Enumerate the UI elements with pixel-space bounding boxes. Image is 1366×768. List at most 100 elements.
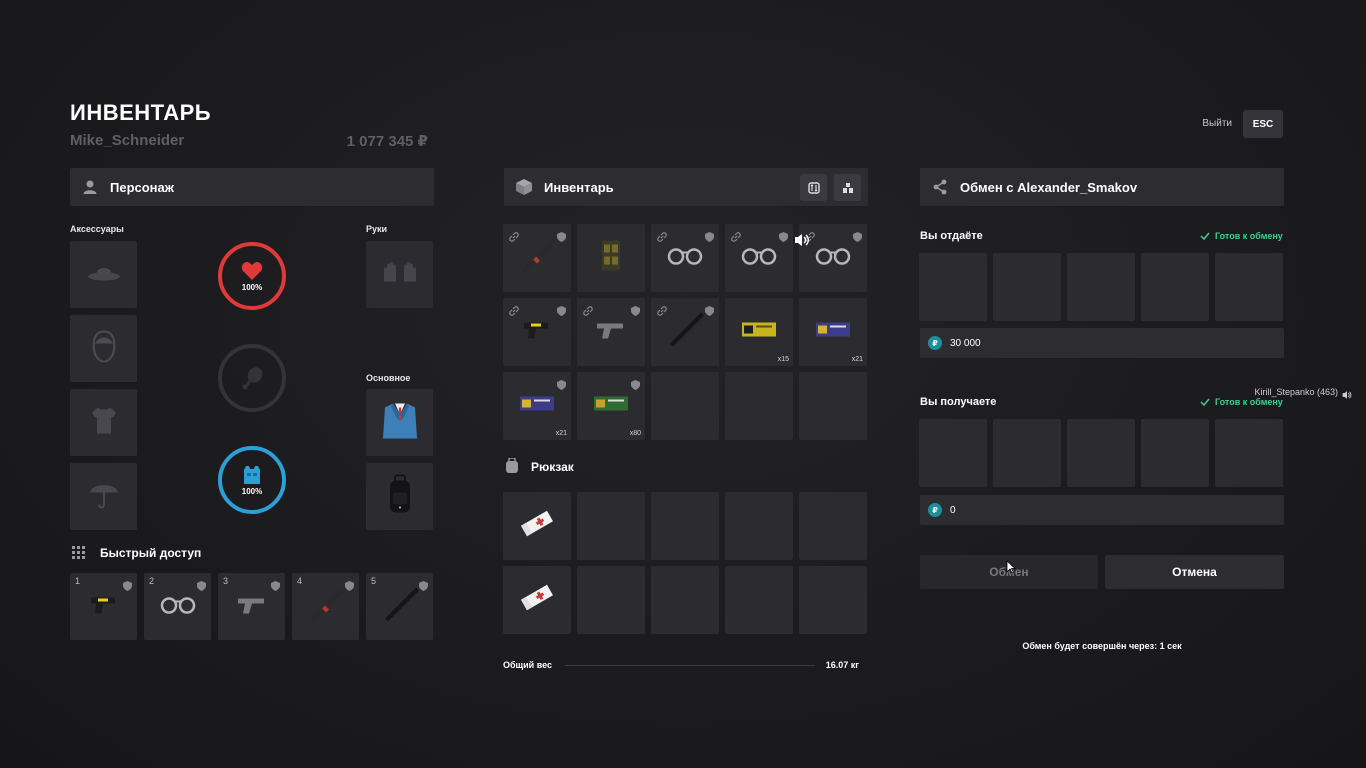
backpack-slot[interactable]	[725, 492, 793, 560]
ruble-icon: ₽	[928, 336, 942, 350]
tactical-vest-icon	[599, 239, 623, 278]
backpack-slot[interactable]	[577, 492, 645, 560]
grid-icon	[72, 546, 86, 565]
inventory-slot[interactable]	[651, 372, 719, 440]
quick-slot-number: 2	[149, 576, 155, 586]
shield-icon	[631, 377, 640, 395]
inventory-slot[interactable]	[725, 372, 793, 440]
sort-button[interactable]	[834, 174, 861, 201]
shield-icon	[271, 578, 280, 596]
link-icon	[731, 229, 741, 247]
backpack-slot[interactable]	[503, 492, 571, 560]
umbrella-icon	[88, 478, 120, 515]
give-slot[interactable]	[1141, 253, 1209, 321]
backpack-slot[interactable]	[799, 492, 867, 560]
receive-slot[interactable]	[919, 419, 987, 487]
ammo-box-icon	[815, 320, 851, 345]
shield-icon	[705, 229, 714, 247]
main-slot-suit[interactable]	[366, 389, 433, 456]
accessory-slot-shirt[interactable]	[70, 389, 137, 456]
quick-slot-5[interactable]: 5	[366, 573, 433, 640]
inventory-slot[interactable]: x80	[577, 372, 645, 440]
ammo-box-icon	[741, 320, 777, 345]
main-slot-backpack[interactable]	[366, 463, 433, 530]
give-slot[interactable]	[993, 253, 1061, 321]
heart-icon	[241, 261, 263, 280]
quick-slot-3[interactable]: 3	[218, 573, 285, 640]
quick-slot-number: 3	[223, 576, 229, 586]
inventory-slot[interactable]: x21	[503, 372, 571, 440]
receive-money-field[interactable]: ₽ 0	[920, 495, 1284, 525]
medkit-icon	[519, 583, 555, 618]
receive-slot[interactable]	[1067, 419, 1135, 487]
give-slot[interactable]	[1215, 253, 1283, 321]
quick-slot-1[interactable]: 1	[70, 573, 137, 640]
trade-header: Обмен с Alexander_Smakov	[920, 168, 1284, 206]
hunger-gauge	[218, 344, 286, 412]
backpack-slot[interactable]	[651, 492, 719, 560]
inventory-slot[interactable]	[577, 298, 645, 366]
main-label: Основное	[366, 373, 411, 383]
inventory-slot[interactable]: x21	[799, 298, 867, 366]
armor-percent: 100%	[241, 486, 263, 496]
inventory-slot[interactable]	[799, 372, 867, 440]
backpack-slot[interactable]	[799, 566, 867, 634]
inventory-slot[interactable]	[651, 298, 719, 366]
sort-icon	[842, 182, 853, 193]
hat-icon	[87, 261, 121, 288]
esc-button[interactable]: ESC	[1243, 110, 1283, 138]
handcuffs-icon	[160, 593, 196, 620]
accessory-slot-mask[interactable]	[70, 315, 137, 382]
ready-status-receive: Готов к обмену	[1200, 397, 1283, 407]
inventory-slot[interactable]	[503, 224, 571, 292]
mask-icon	[90, 329, 118, 368]
medkit-icon	[519, 509, 555, 544]
swap-button[interactable]	[800, 174, 827, 201]
handcuffs-icon	[815, 245, 851, 272]
backpack-slot[interactable]	[503, 566, 571, 634]
health-percent: 100%	[241, 282, 263, 292]
give-slot[interactable]	[1067, 253, 1135, 321]
backpack-slot[interactable]	[577, 566, 645, 634]
cursor-icon	[1006, 560, 1017, 579]
character-header-label: Персонаж	[110, 179, 174, 195]
receive-slot[interactable]	[1141, 419, 1209, 487]
quick-slot-2[interactable]: 2	[144, 573, 211, 640]
inventory-slot[interactable]	[725, 224, 793, 292]
rifle-icon	[306, 584, 346, 629]
receive-slot[interactable]	[993, 419, 1061, 487]
backpack-slot[interactable]	[651, 566, 719, 634]
shield-icon	[123, 578, 132, 596]
shirt-icon	[88, 404, 120, 441]
ready-status-text: Готов к обмену	[1215, 231, 1283, 241]
weight-value: 16.07 кг	[825, 660, 859, 670]
inventory-slot[interactable]	[577, 224, 645, 292]
quick-slot-4[interactable]: 4	[292, 573, 359, 640]
inventory-header-label: Инвентарь	[544, 179, 614, 195]
shield-icon	[705, 303, 714, 321]
link-icon	[509, 303, 519, 321]
accessory-slot-umbrella[interactable]	[70, 463, 137, 530]
inventory-slot[interactable]	[503, 298, 571, 366]
inventory-slot[interactable]	[651, 224, 719, 292]
voice-player-name: Kirill_Stepanko (463)	[1254, 387, 1338, 397]
give-slot[interactable]	[919, 253, 987, 321]
shield-icon	[197, 578, 206, 596]
accessory-slot-hat[interactable]	[70, 241, 137, 308]
quick-access-label: Быстрый доступ	[100, 546, 202, 560]
backpack-slot[interactable]	[725, 566, 793, 634]
give-money-field[interactable]: ₽ 30 000	[920, 328, 1284, 358]
backpack-icon	[386, 474, 414, 519]
inventory-slot[interactable]: x15	[725, 298, 793, 366]
quick-slot-number: 5	[371, 576, 377, 586]
baton-icon	[380, 584, 420, 629]
cancel-button[interactable]: Отмена	[1105, 555, 1284, 589]
hands-slot[interactable]	[366, 241, 433, 308]
check-icon	[1200, 398, 1210, 406]
player-name: Mike_Schneider	[70, 132, 185, 149]
check-icon	[1200, 232, 1210, 240]
receive-slot[interactable]	[1215, 419, 1283, 487]
share-icon	[920, 179, 960, 195]
speaker-icon	[1342, 387, 1352, 405]
weight-label: Общий вес	[503, 660, 553, 670]
